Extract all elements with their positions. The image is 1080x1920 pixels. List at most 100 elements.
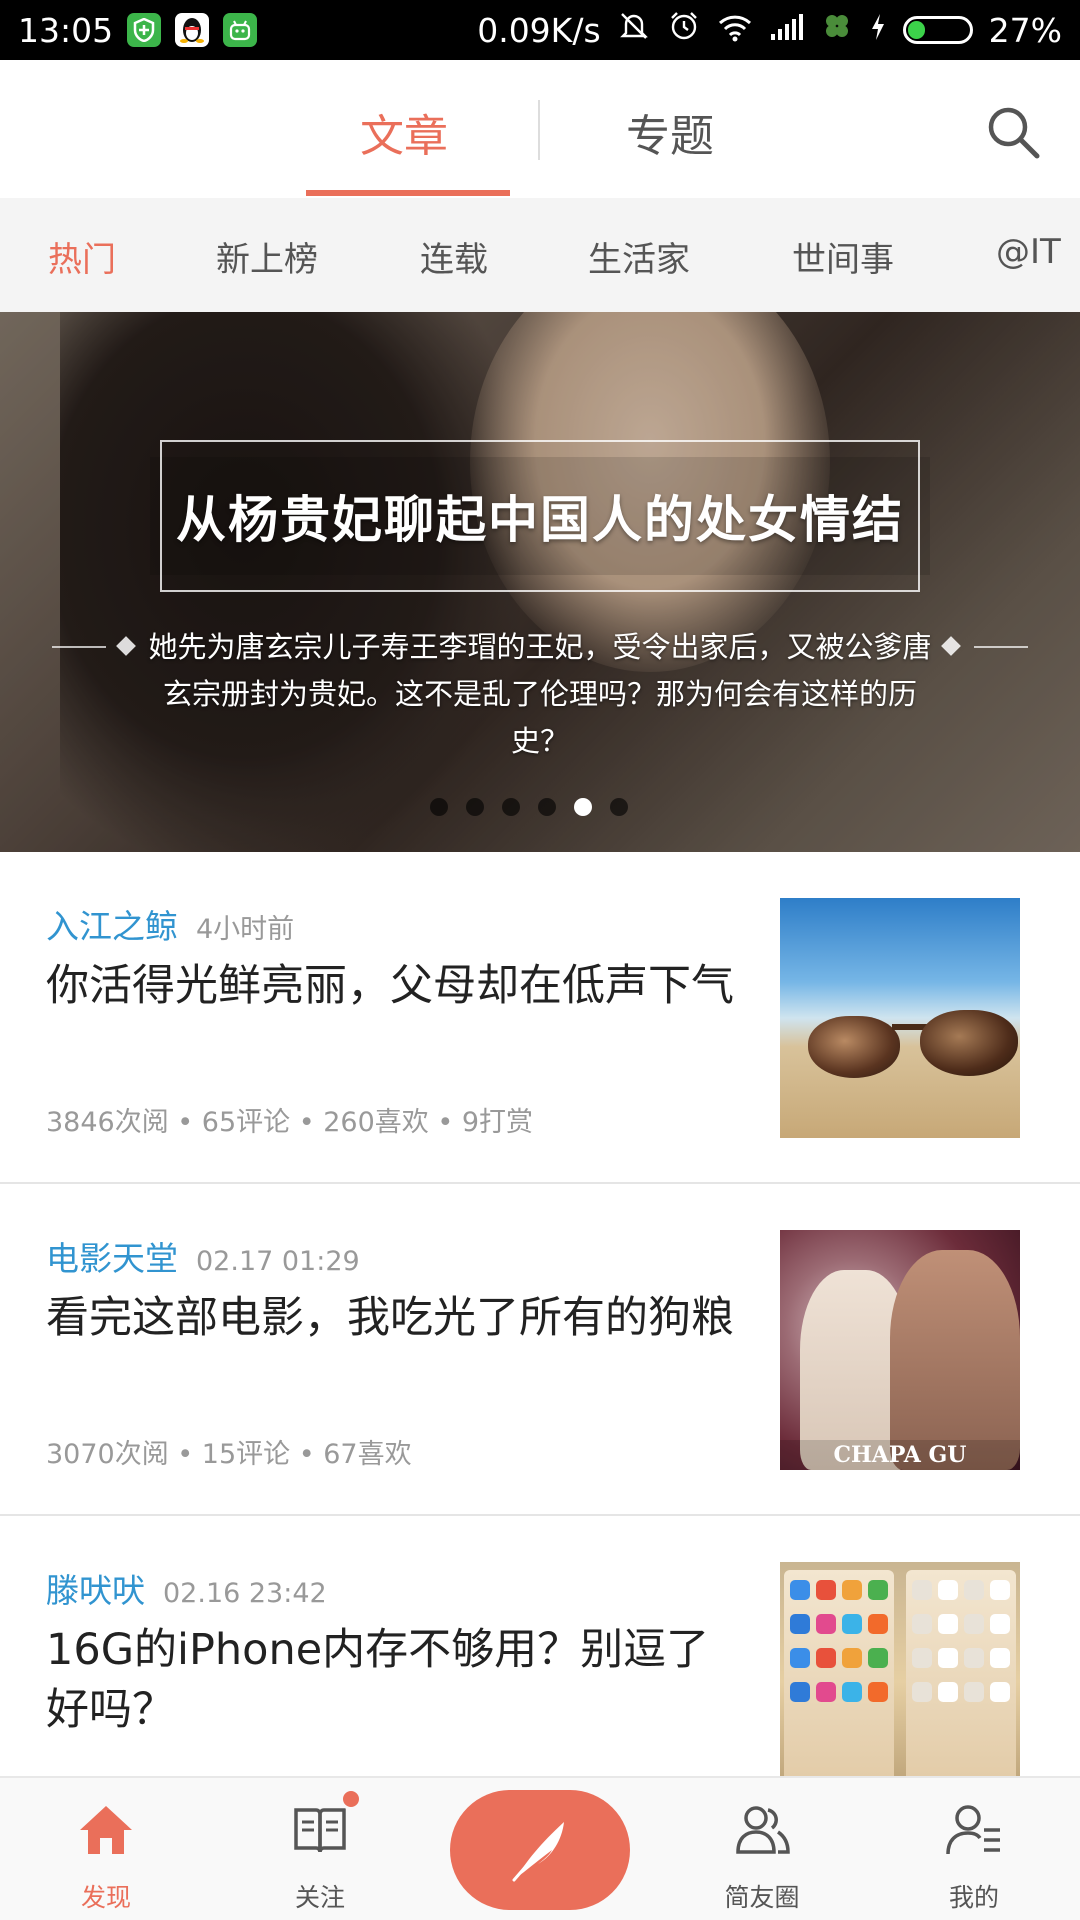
- status-right: 0.09K/s 27%: [477, 9, 1062, 51]
- category-life[interactable]: 生活家: [588, 232, 690, 281]
- notification-badge: [340, 1788, 362, 1810]
- app-icon: [964, 1682, 984, 1702]
- app-icon: [990, 1648, 1010, 1668]
- featured-banner[interactable]: 从杨贵妃聊起中国人的处女情结 她先为唐玄宗儿子寿王李瑁的王妃，受令出家后，又被公…: [0, 312, 1080, 852]
- article-title[interactable]: 看完这部电影，我吃光了所有的狗粮: [46, 1288, 736, 1348]
- mute-bell-icon: [617, 9, 651, 51]
- app-icon: [842, 1580, 862, 1600]
- article-author[interactable]: 滕吠吠: [46, 1571, 145, 1610]
- app-icon: [938, 1682, 958, 1702]
- app-icon: [842, 1682, 862, 1702]
- top-tab-bar: 文章 专题: [0, 60, 1080, 198]
- write-article-button[interactable]: [450, 1790, 630, 1910]
- app-icon: [842, 1648, 862, 1668]
- app-icon: [816, 1682, 836, 1702]
- category-new-on-list[interactable]: 新上榜: [216, 232, 318, 281]
- active-tab-indicator: [306, 190, 510, 196]
- nav-friends-circle[interactable]: 简友圈: [682, 1778, 842, 1920]
- nav-following[interactable]: 关注: [240, 1778, 400, 1920]
- poster-caption: CHAPA GU: [780, 1440, 1020, 1470]
- tab-topics[interactable]: 专题: [626, 100, 714, 164]
- book-icon: [294, 1808, 346, 1853]
- article-time: 02.16 23:42: [163, 1578, 327, 1609]
- android-robot-icon: [223, 13, 258, 47]
- qq-penguin-icon: [175, 13, 210, 47]
- network-speed: 0.09K/s: [477, 10, 601, 50]
- nav-label: 我的: [948, 1883, 999, 1912]
- app-icon: [912, 1580, 932, 1600]
- category-hot[interactable]: 热门: [48, 232, 116, 281]
- app-icon: [990, 1682, 1010, 1702]
- category-it[interactable]: @IT: [996, 232, 1061, 272]
- article-thumbnail-movie-poster[interactable]: CHAPA GU: [780, 1230, 1020, 1470]
- nav-discover[interactable]: 发现: [26, 1778, 186, 1920]
- sunglasses-lens-left: [808, 1016, 900, 1078]
- category-world[interactable]: 世间事: [792, 232, 894, 281]
- carousel-dot[interactable]: [502, 798, 520, 816]
- status-bar: 13:05 0.09K/s 27%: [0, 0, 1080, 60]
- carousel-dot[interactable]: [538, 798, 556, 816]
- home-icon: [80, 1806, 132, 1854]
- article-item[interactable]: 入江之鲸 4小时前 你活得光鲜亮丽，父母却在低声下气 3846次阅 • 65评论 …: [0, 852, 1080, 1184]
- article-author-row: 入江之鲸 4小时前: [46, 900, 294, 948]
- carousel-dot[interactable]: [430, 798, 448, 816]
- app-icon: [790, 1580, 810, 1600]
- status-time: 13:05: [18, 10, 114, 50]
- battery-level-fill: [907, 21, 925, 39]
- article-item[interactable]: 电影天堂 02.17 01:29 看完这部电影，我吃光了所有的狗粮 3070次阅 …: [0, 1184, 1080, 1516]
- app-icon: [868, 1580, 888, 1600]
- article-author-row: 滕吠吠 02.16 23:42: [46, 1564, 327, 1612]
- article-meta: 3070次阅 • 15评论 • 67喜欢: [46, 1439, 412, 1470]
- friends-icon: [736, 1806, 790, 1854]
- article-time: 02.17 01:29: [196, 1246, 360, 1277]
- article-title[interactable]: 你活得光鲜亮丽，父母却在低声下气: [46, 956, 736, 1016]
- app-icon: [868, 1614, 888, 1634]
- app-icon: [990, 1614, 1010, 1634]
- search-icon[interactable]: [985, 104, 1041, 160]
- nav-mine[interactable]: 我的: [894, 1778, 1054, 1920]
- app-icon: [842, 1614, 862, 1634]
- app-icon: [990, 1580, 1010, 1600]
- tab-articles[interactable]: 文章: [360, 100, 448, 164]
- app-icon: [912, 1682, 932, 1702]
- article-title[interactable]: 16G的iPhone内存不够用？别逗了好吗？: [46, 1620, 736, 1740]
- article-author[interactable]: 电影天堂: [46, 1239, 178, 1278]
- banner-deco-line-left: [52, 646, 106, 648]
- article-item[interactable]: 滕吠吠 02.16 23:42 16G的iPhone内存不够用？别逗了好吗？: [0, 1516, 1080, 1776]
- app-icon: [816, 1648, 836, 1668]
- category-bar: 热门 新上榜 连载 生活家 世间事 @IT: [0, 198, 1080, 312]
- app-icon: [868, 1648, 888, 1668]
- article-thumbnail-phones[interactable]: [780, 1562, 1020, 1776]
- signal-strength-icon: [769, 11, 805, 50]
- nav-label: 关注: [294, 1883, 345, 1912]
- app-icon: [816, 1614, 836, 1634]
- banner-deco-line-right: [974, 646, 1028, 648]
- article-author-row: 电影天堂 02.17 01:29: [46, 1232, 360, 1280]
- alarm-clock-icon: [667, 9, 701, 51]
- app-icon: [938, 1614, 958, 1634]
- phone-screen-left: [784, 1570, 894, 1776]
- article-time: 4小时前: [196, 914, 295, 945]
- article-thumbnail-sunglasses[interactable]: [780, 898, 1020, 1138]
- app-icon: [964, 1614, 984, 1634]
- carousel-dot[interactable]: [574, 798, 592, 816]
- sunglasses-lens-right: [920, 1010, 1018, 1076]
- carousel-dot[interactable]: [466, 798, 484, 816]
- status-left: 13:05: [18, 10, 258, 50]
- profile-icon: [946, 1805, 1000, 1855]
- carousel-dot[interactable]: [610, 798, 628, 816]
- nav-label: 简友圈: [724, 1883, 800, 1912]
- app-icon: [790, 1648, 810, 1668]
- app-icon: [938, 1580, 958, 1600]
- article-author[interactable]: 入江之鲸: [46, 907, 178, 946]
- app-icon: [816, 1580, 836, 1600]
- app-icon: [964, 1580, 984, 1600]
- app-icon: [790, 1614, 810, 1634]
- app-icon: [912, 1648, 932, 1668]
- category-serial[interactable]: 连载: [420, 232, 488, 281]
- banner-title: 从杨贵妃聊起中国人的处女情结: [176, 490, 904, 549]
- poster-figure-right: [890, 1250, 1020, 1470]
- feather-icon: [512, 1822, 564, 1882]
- banner-description: 她先为唐玄宗儿子寿王李瑁的王妃，受令出家后，又被公爹唐玄宗册封为贵妃。这不是乱了…: [148, 630, 932, 758]
- clover-icon: [821, 10, 853, 50]
